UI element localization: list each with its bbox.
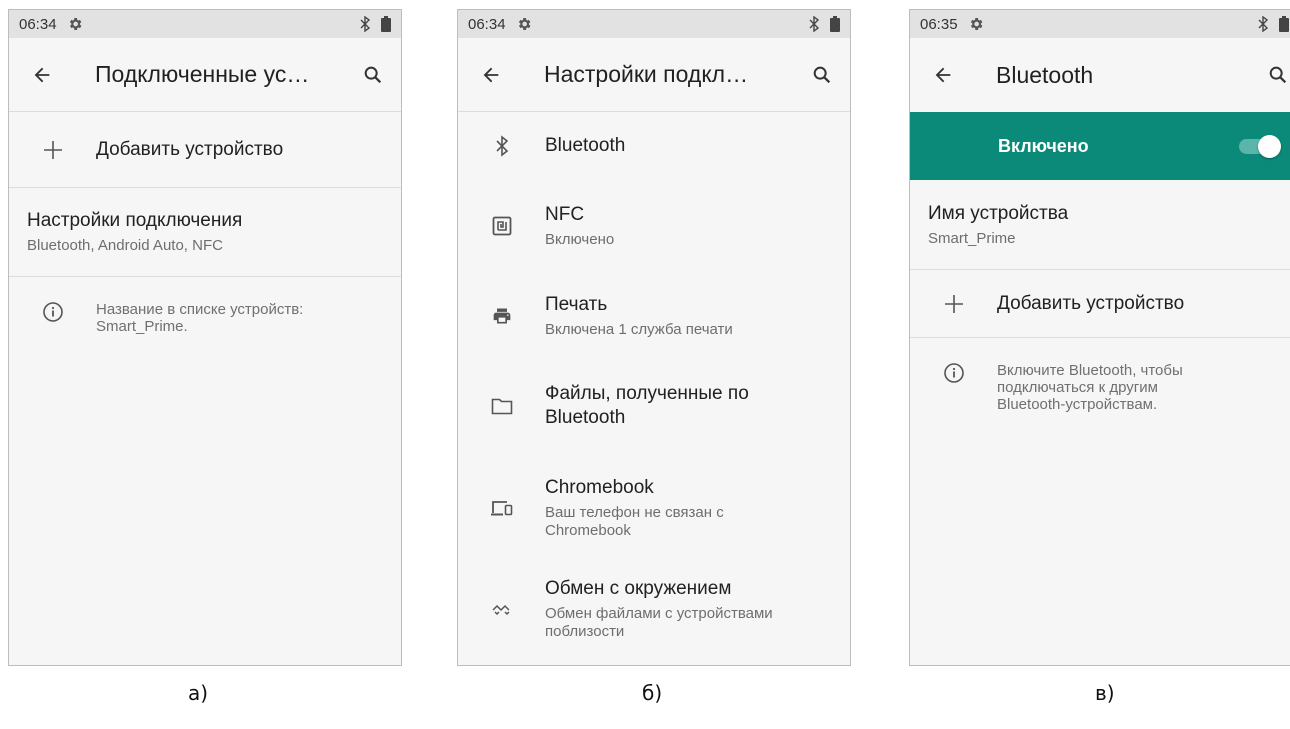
nfc-icon (458, 216, 545, 236)
info-icon (910, 362, 997, 384)
add-device-label: Добавить устройство (997, 292, 1185, 314)
battery-icon (381, 16, 391, 32)
status-time: 06:34 (19, 15, 57, 33)
settings-item-nfc[interactable]: NFC Включено (458, 180, 850, 272)
status-time: 06:35 (920, 15, 958, 33)
bluetooth-toggle-bar[interactable]: Включено (910, 112, 1290, 180)
printer-icon (458, 306, 545, 326)
info-block: Включите Bluetooth, чтобы подключаться к… (910, 338, 1290, 413)
switch-thumb (1258, 135, 1281, 158)
info-text: Включите Bluetooth, чтобы подключаться к… (997, 362, 1183, 413)
item-subtitle: Включена 1 служба печати (545, 321, 733, 338)
caption-a: а) (188, 681, 209, 705)
item-title: Печать (545, 294, 608, 315)
back-arrow-icon[interactable] (458, 38, 524, 112)
settings-item-nearby-share[interactable]: Обмен с окружением Обмен файлами с устро… (458, 564, 850, 654)
back-arrow-icon[interactable] (9, 38, 75, 112)
info-icon (9, 301, 96, 323)
phone-screen-bluetooth: 06:35 Bluetooth Включено Имя устройства … (909, 9, 1290, 666)
add-device-row[interactable]: Добавить устройство (9, 112, 401, 188)
back-arrow-icon[interactable] (910, 38, 976, 112)
bluetooth-status-icon (808, 16, 820, 32)
item-title: Обмен с окружением (545, 578, 732, 599)
plus-icon (910, 293, 997, 315)
page-title: Подключенные ус… (95, 61, 310, 87)
toggle-label: Включено (998, 135, 1089, 156)
settings-item-received-files[interactable]: Файлы, полученные по Bluetooth (458, 360, 850, 452)
item-subtitle: Обмен файлами с устройствами поблизости (545, 605, 773, 640)
item-title: Bluetooth (545, 135, 626, 156)
bluetooth-status-icon (1257, 16, 1269, 32)
folder-icon (458, 397, 545, 415)
add-device-label: Добавить устройство (96, 138, 284, 160)
search-icon[interactable] (1257, 38, 1290, 112)
caption-b: б) (642, 681, 663, 705)
page-title: Настройки подкл… (544, 61, 749, 87)
app-bar: Bluetooth (910, 38, 1290, 112)
settings-item-chromebook[interactable]: Chromebook Ваш телефон не связан с Chrom… (458, 452, 850, 564)
connection-settings-subtitle: Bluetooth, Android Auto, NFC (27, 237, 223, 254)
devices-icon (458, 499, 545, 517)
search-icon[interactable] (794, 38, 850, 112)
device-name-row[interactable]: Имя устройства Smart_Prime (910, 180, 1290, 270)
status-bar: 06:34 (458, 10, 850, 38)
settings-item-bluetooth[interactable]: Bluetooth (458, 112, 850, 180)
item-title: NFC (545, 204, 585, 225)
item-subtitle: Ваш телефон не связан с Chromebook (545, 504, 724, 539)
item-title: Файлы, полученные по Bluetooth (545, 383, 749, 428)
settings-gear-icon (516, 16, 532, 32)
status-bar: 06:34 (9, 10, 401, 38)
item-subtitle: Включено (545, 231, 615, 248)
settings-item-print[interactable]: Печать Включена 1 служба печати (458, 272, 850, 360)
item-title: Chromebook (545, 477, 654, 498)
battery-icon (1279, 16, 1289, 32)
device-name-title: Имя устройства (928, 202, 1069, 224)
search-icon[interactable] (345, 38, 401, 112)
caption-c: в) (1095, 681, 1115, 705)
bluetooth-status-icon (359, 16, 371, 32)
nearby-share-icon (458, 602, 545, 616)
bluetooth-icon (458, 135, 545, 157)
status-time: 06:34 (468, 15, 506, 33)
settings-gear-icon (968, 16, 984, 32)
battery-icon (830, 16, 840, 32)
connection-settings-title: Настройки подключения (27, 210, 243, 231)
settings-gear-icon (67, 16, 83, 32)
phone-screen-connected-devices: 06:34 Подключенные ус… Добавить устройст… (8, 9, 402, 666)
page-title: Bluetooth (996, 61, 1094, 88)
status-bar: 06:35 (910, 10, 1290, 38)
device-name-value: Smart_Prime (928, 229, 1016, 247)
connection-settings-row[interactable]: Настройки подключения Bluetooth, Android… (9, 188, 401, 277)
info-text: Название в списке устройств: Smart_Prime… (96, 301, 304, 335)
info-block: Название в списке устройств: Smart_Prime… (9, 277, 401, 335)
add-device-row[interactable]: Добавить устройство (910, 270, 1290, 338)
bluetooth-switch[interactable] (1237, 135, 1281, 158)
app-bar: Настройки подкл… (458, 38, 850, 112)
app-bar: Подключенные ус… (9, 38, 401, 112)
plus-icon (9, 139, 96, 161)
phone-screen-connection-settings: 06:34 Настройки подкл… Bluetooth NFC Вкл… (457, 9, 851, 666)
